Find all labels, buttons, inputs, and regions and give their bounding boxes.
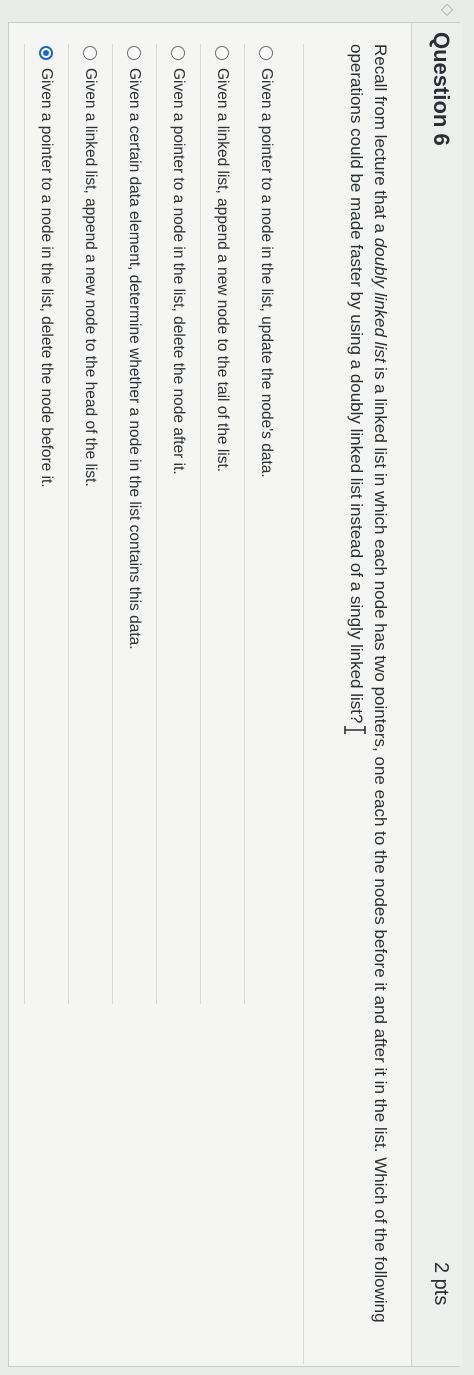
question-prompt-emphasis: doubly linked list [371, 237, 390, 363]
answer-option[interactable]: Given a pointer to a node in the list, u… [244, 44, 288, 1004]
answer-label: Given a pointer to a node in the list, d… [38, 68, 56, 488]
answer-list: Given a pointer to a node in the list, u… [24, 44, 288, 1004]
radio-button[interactable] [259, 46, 274, 60]
answer-option[interactable]: Given a linked list, append a new node t… [200, 44, 244, 1004]
radio-button[interactable] [127, 46, 142, 60]
answer-label: Given a linked list, append a new node t… [214, 68, 232, 473]
question-prompt: Recall from lecture that a doubly linked… [344, 44, 392, 1364]
radio-button[interactable] [83, 46, 98, 60]
answer-option[interactable]: Given a linked list, append a new node t… [68, 44, 112, 1004]
answer-option-selected[interactable]: Given a pointer to a node in the list, d… [24, 44, 68, 1004]
text-cursor-icon [344, 725, 367, 735]
radio-button[interactable] [171, 46, 186, 60]
answer-option[interactable]: Given a pointer to a node in the list, d… [156, 44, 200, 1004]
answer-label: Given a pointer to a node in the list, d… [170, 68, 188, 475]
answer-option[interactable]: Given a certain data element, determine … [112, 44, 156, 1004]
prompt-divider [303, 44, 304, 1364]
answer-label: Given a linked list, append a new node t… [82, 68, 100, 487]
radio-button[interactable] [215, 46, 230, 60]
question-content: Question 6 2 pts Recall from lecture tha… [0, 0, 474, 1375]
question-title: Question 6 [429, 32, 454, 146]
answer-label: Given a certain data element, determine … [126, 68, 144, 650]
radio-button-selected[interactable] [39, 46, 54, 60]
question-points: 2 pts [430, 1262, 452, 1306]
answer-label: Given a pointer to a node in the list, u… [258, 68, 276, 478]
question-prompt-part1: Recall from lecture that a [371, 44, 390, 238]
